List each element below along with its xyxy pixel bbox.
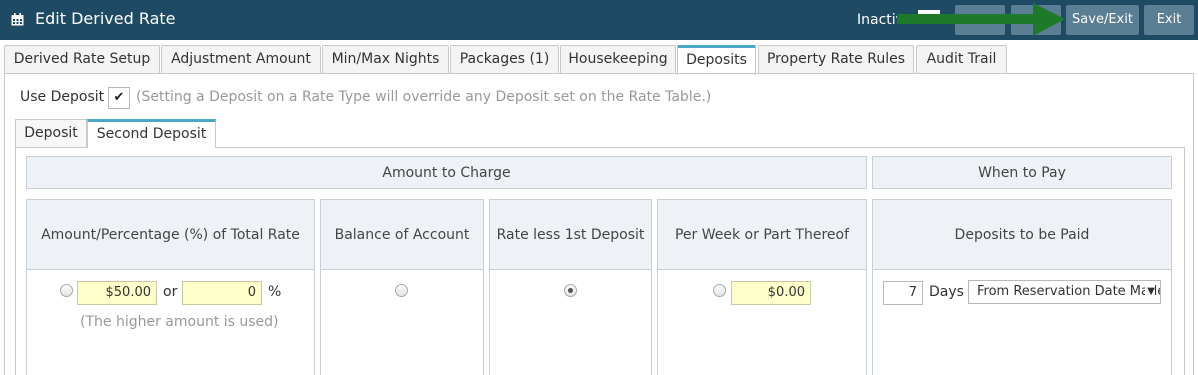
- per-week-radio[interactable]: [713, 284, 726, 297]
- amount-input[interactable]: $50.00: [77, 281, 157, 305]
- days-input[interactable]: 7: [883, 281, 923, 305]
- amount-to-charge-header: Amount to Charge: [26, 156, 867, 189]
- rate-less-header: Rate less 1st Deposit: [490, 200, 651, 270]
- use-deposit-label: Use Deposit: [20, 89, 105, 105]
- deposit-note: (Setting a Deposit on a Rate Type will o…: [136, 89, 712, 105]
- balance-radio[interactable]: [395, 284, 408, 297]
- tab-min-max-nights[interactable]: Min/Max Nights: [322, 45, 449, 73]
- active-toggle[interactable]: [918, 10, 940, 30]
- amount-percentage-radio[interactable]: [60, 284, 73, 297]
- from-date-select-value: From Reservation Date Made: [977, 284, 1161, 299]
- subtab-deposit[interactable]: Deposit: [15, 119, 87, 147]
- rate-less-radio[interactable]: [564, 284, 577, 297]
- percent-sign: %: [268, 284, 282, 300]
- deposits-paid-header: Deposits to be Paid: [873, 200, 1171, 270]
- tab-packages[interactable]: Packages (1): [450, 45, 559, 73]
- balance-header: Balance of Account: [321, 200, 483, 270]
- calendar-icon: [11, 13, 24, 26]
- tab-audit-trail[interactable]: Audit Trail: [916, 45, 1007, 73]
- per-week-header: Per Week or Part Thereof: [658, 200, 866, 270]
- amount-percentage-header: Amount/Percentage (%) of Total Rate: [27, 200, 314, 270]
- header-button-2[interactable]: [1011, 5, 1061, 35]
- days-label: Days: [929, 284, 964, 300]
- tab-housekeeping[interactable]: Housekeeping: [560, 45, 676, 73]
- tab-property-rate-rules[interactable]: Property Rate Rules: [758, 45, 914, 73]
- percent-input[interactable]: 0: [182, 281, 262, 305]
- or-label: or: [163, 284, 178, 300]
- header-bar: Edit Derived Rate Inactive Save/Exit Exi…: [0, 0, 1198, 40]
- when-to-pay-header: When to Pay: [872, 156, 1172, 189]
- use-deposit-checkbox[interactable]: ✔: [108, 87, 130, 109]
- from-date-select[interactable]: From Reservation Date Made ▼: [968, 280, 1161, 304]
- page-title: Edit Derived Rate: [35, 9, 176, 28]
- save-exit-button[interactable]: Save/Exit: [1066, 5, 1139, 35]
- subtab-second-deposit[interactable]: Second Deposit: [87, 119, 216, 148]
- header-button-1[interactable]: [955, 5, 1005, 35]
- exit-button[interactable]: Exit: [1144, 5, 1194, 35]
- caret-down-icon: ▼: [1145, 281, 1155, 303]
- tab-adjustment-amount[interactable]: Adjustment Amount: [161, 45, 321, 73]
- higher-amount-note: (The higher amount is used): [80, 314, 279, 330]
- tab-deposits[interactable]: Deposits: [677, 45, 756, 75]
- per-week-input[interactable]: $0.00: [731, 281, 811, 305]
- status-label: Inactive: [857, 12, 913, 28]
- tab-derived-rate-setup[interactable]: Derived Rate Setup: [4, 45, 160, 73]
